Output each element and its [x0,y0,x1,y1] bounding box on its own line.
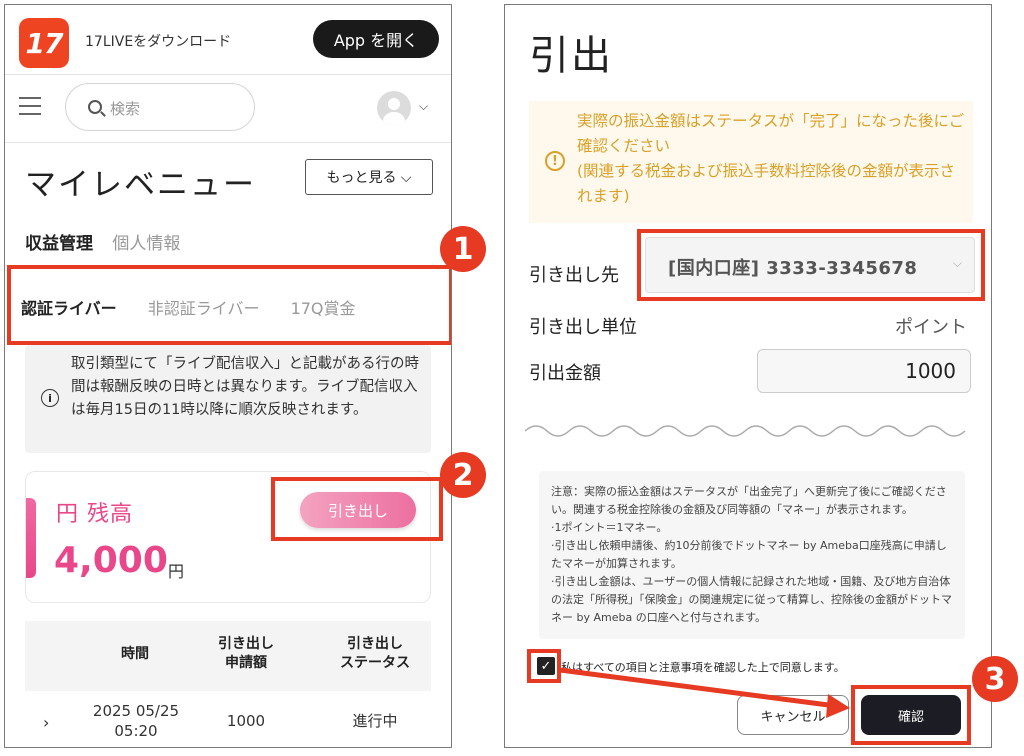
arrow-checkbox-to-confirm [559,667,850,718]
